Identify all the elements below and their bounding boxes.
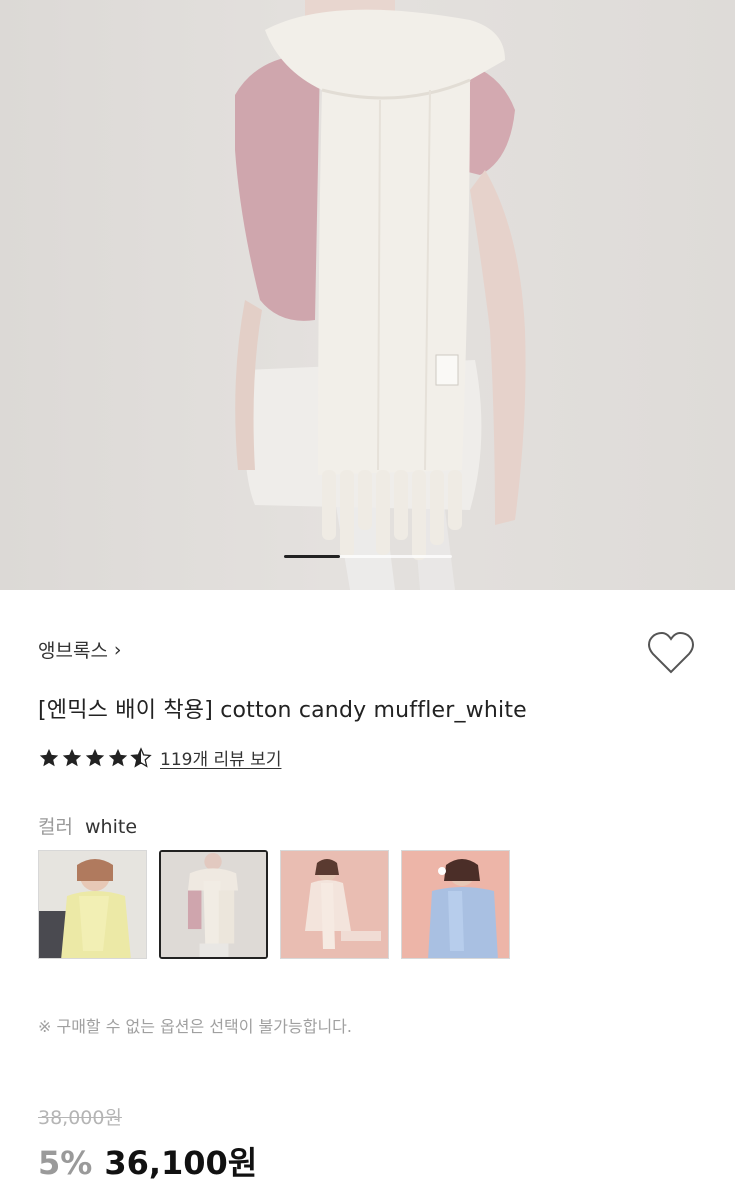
color-swatch-pink[interactable] (280, 850, 389, 959)
carousel-indicator-progress (284, 555, 340, 558)
star-icon (108, 748, 128, 766)
carousel-indicator (284, 555, 452, 558)
product-title: [엔믹스 배이 착용] cotton candy muffler_white (38, 698, 527, 723)
model-scarf-photo (235, 0, 526, 590)
rating-stars (38, 746, 152, 769)
color-value: white (85, 816, 138, 838)
swatch-white-image (161, 852, 266, 957)
favorite-button[interactable] (646, 630, 696, 676)
product-main-image[interactable] (0, 0, 735, 590)
star-half-icon (130, 746, 152, 768)
swatch-yellow-image (39, 851, 146, 958)
discount-rate: 5% (38, 1144, 93, 1182)
star-icon (85, 748, 105, 766)
price-row: 5% 36,100원 (38, 1138, 257, 1184)
heart-outline-icon (648, 631, 694, 674)
sale-price: 36,100원 (104, 1144, 258, 1182)
chevron-right-icon: › (113, 638, 122, 661)
brand-name: 앵브록스 (38, 640, 108, 662)
original-price: 38,000원 (38, 1107, 122, 1129)
color-swatch-white[interactable] (159, 850, 268, 959)
rating-row: 119개 리뷰 보기 (38, 745, 281, 770)
swatch-blue-image (402, 851, 509, 958)
color-label: 컬러 (38, 816, 73, 838)
review-link[interactable]: 119개 리뷰 보기 (160, 745, 281, 770)
color-swatch-yellow[interactable] (38, 850, 147, 959)
color-swatch-blue[interactable] (401, 850, 510, 959)
option-notice: ※ 구매할 수 없는 옵션은 선택이 불가능합니다. (38, 1017, 352, 1036)
swatch-pink-image (281, 851, 388, 958)
star-icon (39, 748, 59, 766)
color-option-label: 컬러 white (38, 812, 137, 839)
brand-link[interactable]: 앵브록스 › (38, 636, 122, 663)
star-icon (62, 748, 82, 766)
color-swatch-list (38, 850, 510, 959)
